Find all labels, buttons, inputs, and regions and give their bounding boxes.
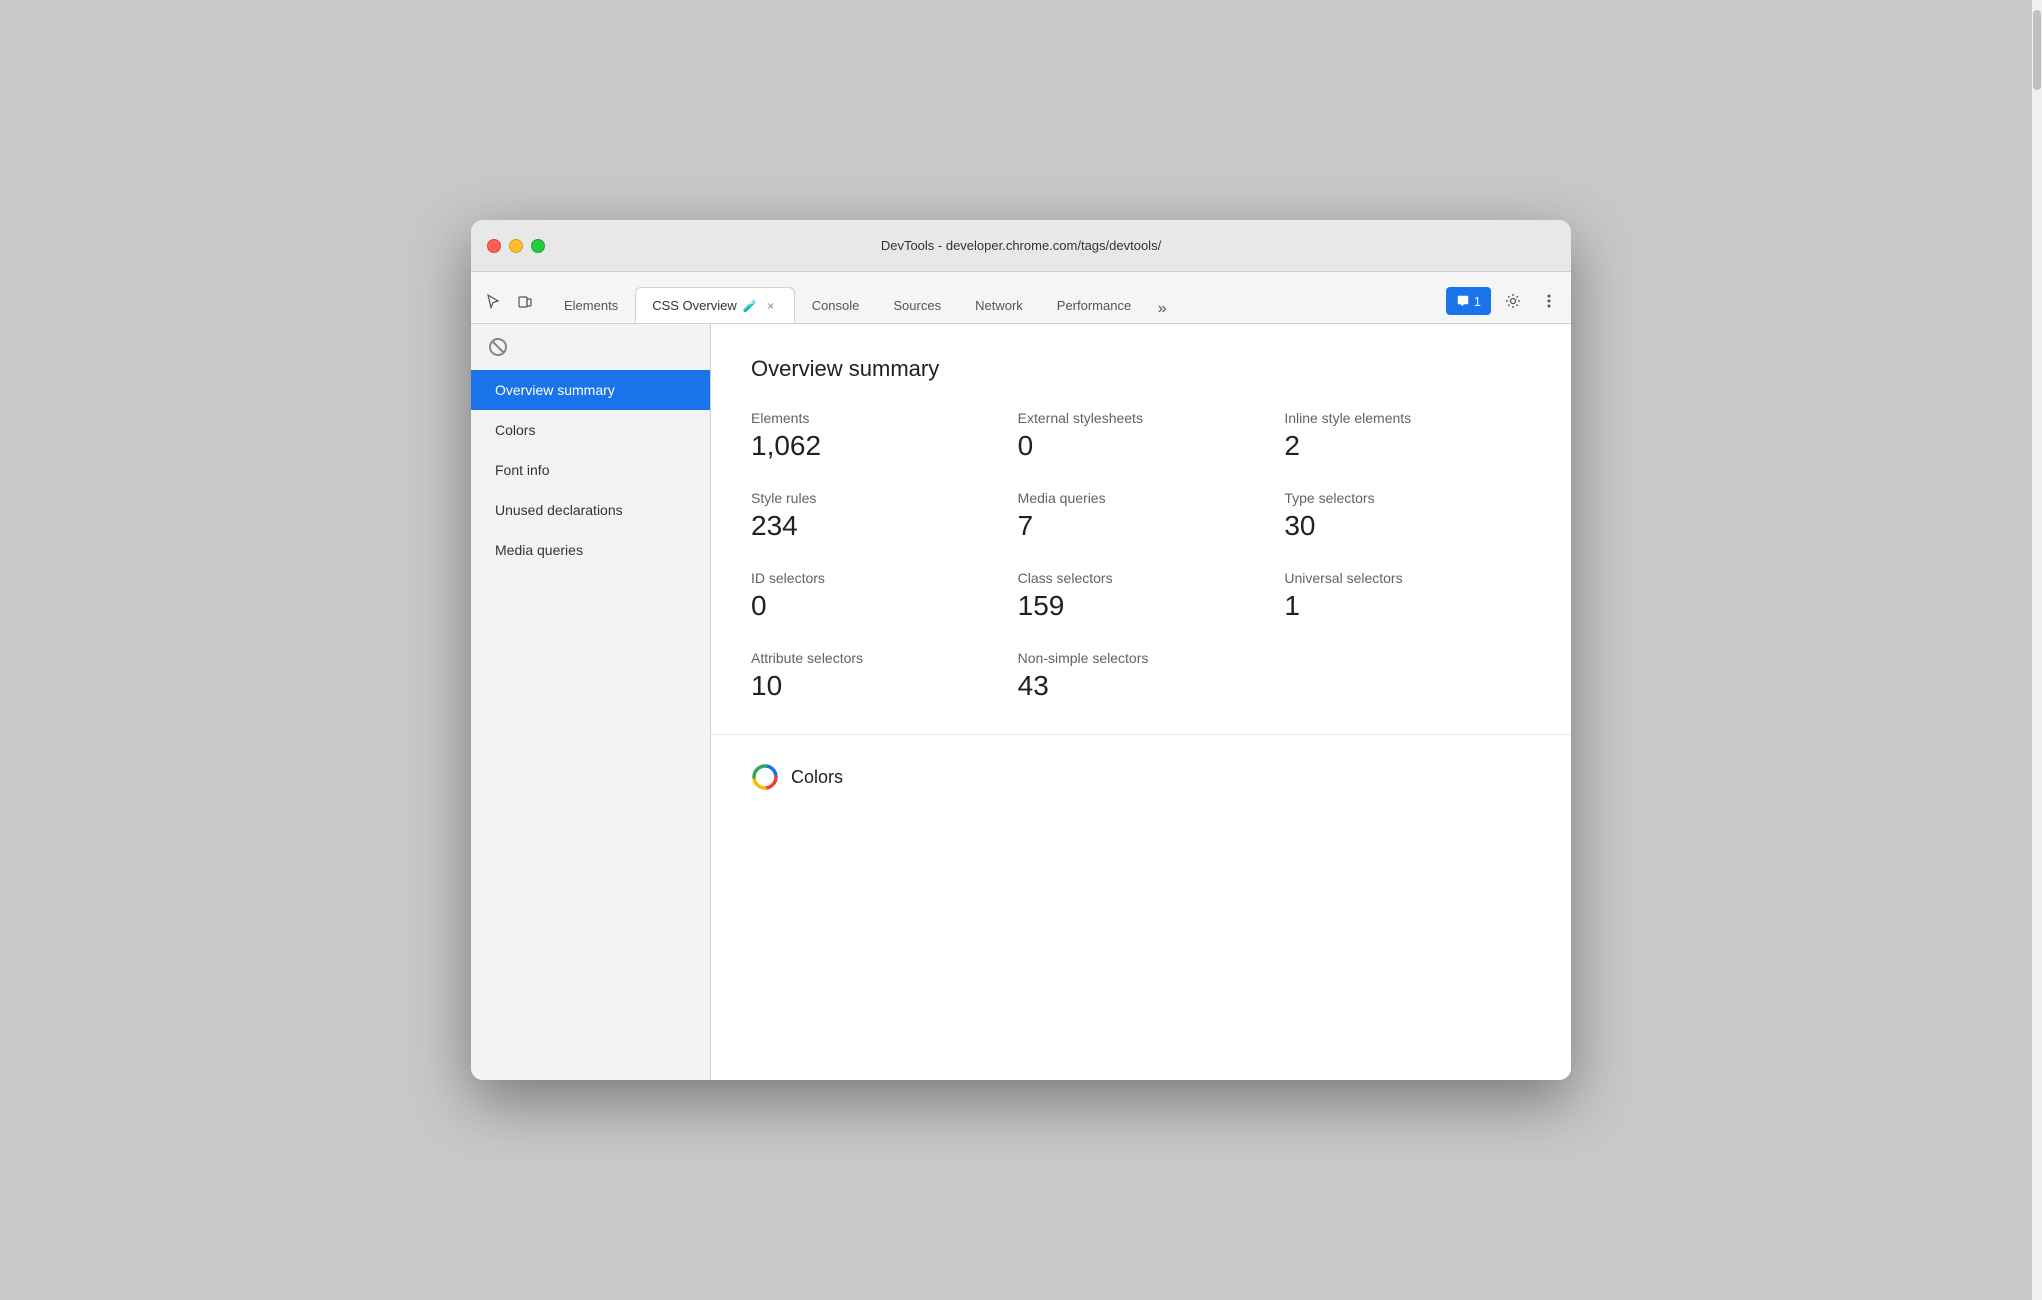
device-toggle-button[interactable] [511, 287, 539, 315]
stat-universal-selectors-label: Universal selectors [1284, 570, 1531, 586]
gear-icon [1505, 293, 1521, 309]
colors-section: Colors [711, 735, 1571, 819]
stat-elements-label: Elements [751, 410, 998, 426]
stat-elements-value: 1,062 [751, 430, 998, 462]
stat-class-selectors-label: Class selectors [1018, 570, 1265, 586]
tabs-container: Elements CSS Overview 🧪 × Console Source… [547, 287, 1446, 323]
tab-bar: Elements CSS Overview 🧪 × Console Source… [471, 272, 1571, 324]
stat-inline-style-label: Inline style elements [1284, 410, 1531, 426]
minimize-button[interactable] [509, 239, 523, 253]
stat-media-queries: Media queries 7 [1018, 490, 1265, 542]
stat-id-selectors-value: 0 [751, 590, 998, 622]
sidebar-item-unused-declarations[interactable]: Unused declarations [471, 490, 710, 530]
cursor-icon [485, 293, 501, 309]
stat-non-simple-selectors-value: 43 [1018, 670, 1265, 702]
toolbar-left [479, 287, 539, 323]
experiment-icon: 🧪 [743, 299, 758, 313]
stat-non-simple-selectors-label: Non-simple selectors [1018, 650, 1265, 666]
stat-type-selectors-label: Type selectors [1284, 490, 1531, 506]
close-button[interactable] [487, 239, 501, 253]
sidebar: Overview summary Colors Font info Unused… [471, 324, 711, 1080]
stat-class-selectors: Class selectors 159 [1018, 570, 1265, 622]
device-icon [517, 293, 533, 309]
stat-id-selectors-label: ID selectors [751, 570, 998, 586]
stat-media-queries-value: 7 [1018, 510, 1265, 542]
no-icon [487, 336, 509, 358]
stat-style-rules-label: Style rules [751, 490, 998, 506]
stat-universal-selectors: Universal selectors 1 [1284, 570, 1531, 622]
stat-media-queries-label: Media queries [1018, 490, 1265, 506]
maximize-button[interactable] [531, 239, 545, 253]
stat-type-selectors-value: 30 [1284, 510, 1531, 542]
tab-performance[interactable]: Performance [1040, 287, 1148, 323]
main-content: Overview summary Colors Font info Unused… [471, 324, 1571, 1080]
tab-sources[interactable]: Sources [876, 287, 958, 323]
stat-external-stylesheets: External stylesheets 0 [1018, 410, 1265, 462]
stat-universal-selectors-value: 1 [1284, 590, 1531, 622]
stat-external-stylesheets-label: External stylesheets [1018, 410, 1265, 426]
more-options-button[interactable] [1535, 287, 1563, 315]
stat-class-selectors-value: 159 [1018, 590, 1265, 622]
stat-elements: Elements 1,062 [751, 410, 998, 462]
overview-title: Overview summary [751, 356, 1531, 382]
colors-title: Colors [791, 767, 843, 788]
stat-inline-style: Inline style elements 2 [1284, 410, 1531, 462]
stat-style-rules: Style rules 234 [751, 490, 998, 542]
notification-button[interactable]: 1 [1446, 287, 1491, 315]
stat-external-stylesheets-value: 0 [1018, 430, 1265, 462]
stat-non-simple-selectors: Non-simple selectors 43 [1018, 650, 1265, 702]
tab-network[interactable]: Network [958, 287, 1040, 323]
sidebar-header [471, 324, 710, 370]
sidebar-nav: Overview summary Colors Font info Unused… [471, 370, 710, 570]
close-tab-icon[interactable]: × [764, 299, 778, 313]
tab-elements[interactable]: Elements [547, 287, 635, 323]
cursor-tool-button[interactable] [479, 287, 507, 315]
overview-summary-section: Overview summary Elements 1,062 External… [711, 324, 1571, 735]
stat-style-rules-value: 234 [751, 510, 998, 542]
more-tabs-button[interactable]: » [1148, 295, 1176, 323]
toolbar-right: 1 [1446, 287, 1563, 323]
ellipsis-vertical-icon [1547, 293, 1551, 309]
notification-count: 1 [1474, 294, 1481, 309]
devtools-window: DevTools - developer.chrome.com/tags/dev… [471, 220, 1571, 1080]
settings-button[interactable] [1499, 287, 1527, 315]
window-title: DevTools - developer.chrome.com/tags/dev… [881, 238, 1161, 253]
title-bar: DevTools - developer.chrome.com/tags/dev… [471, 220, 1571, 272]
content-area: Overview summary Elements 1,062 External… [711, 324, 1571, 1080]
tab-console[interactable]: Console [795, 287, 877, 323]
stat-id-selectors: ID selectors 0 [751, 570, 998, 622]
stat-attribute-selectors-value: 10 [751, 670, 998, 702]
colors-icon [751, 763, 779, 791]
traffic-lights [487, 239, 545, 253]
stat-inline-style-value: 2 [1284, 430, 1531, 462]
sidebar-item-colors[interactable]: Colors [471, 410, 710, 450]
stat-attribute-selectors-label: Attribute selectors [751, 650, 998, 666]
sidebar-item-media-queries[interactable]: Media queries [471, 530, 710, 570]
chat-icon [1456, 294, 1470, 308]
sidebar-item-overview-summary[interactable]: Overview summary [471, 370, 710, 410]
tab-css-overview[interactable]: CSS Overview 🧪 × [635, 287, 794, 323]
colors-header: Colors [751, 763, 1531, 791]
stats-grid: Elements 1,062 External stylesheets 0 In… [751, 410, 1531, 702]
sidebar-item-font-info[interactable]: Font info [471, 450, 710, 490]
stat-type-selectors: Type selectors 30 [1284, 490, 1531, 542]
stat-attribute-selectors: Attribute selectors 10 [751, 650, 998, 702]
